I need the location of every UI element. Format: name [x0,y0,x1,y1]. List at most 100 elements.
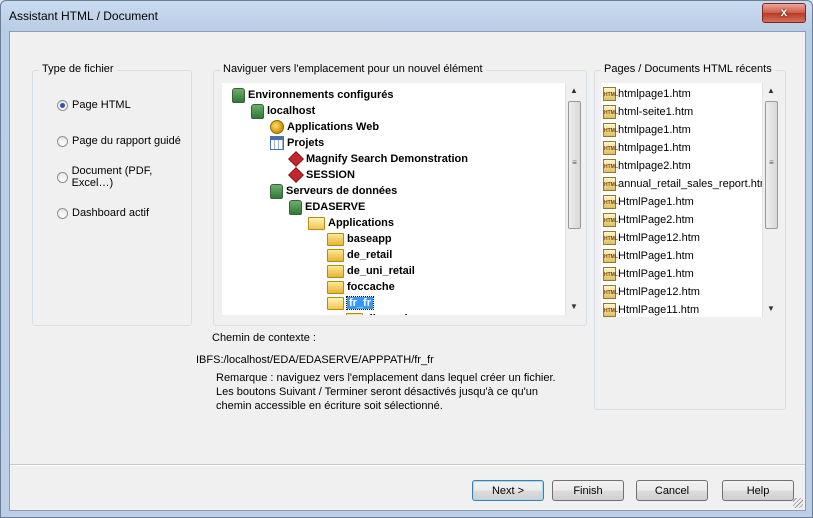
tree-item[interactable]: fr_fr [327,295,375,311]
tree-item-label: de_retail [347,249,393,261]
tree-item-label: Projets [287,137,325,149]
file-type-group: Type de fichier Page HTML Page du rappor… [32,63,192,326]
footer-separator [10,464,805,466]
scroll-thumb[interactable]: ≡ [765,101,778,229]
recent-item[interactable]: HTML HtmlPage12.htm [603,229,700,247]
tree-item[interactable]: Serveurs de données [270,183,397,199]
tree-item-label: Serveurs de données [286,185,398,197]
recent-item-label: HtmlPage1.htm [618,196,694,208]
cancel-button[interactable]: Cancel [636,480,708,501]
help-button[interactable]: Help [722,480,794,501]
recent-item-label: HtmlPage11.htm [618,304,700,316]
scroll-down-icon[interactable]: ▼ [763,301,779,317]
recent-item-label: HtmlPage1.htm [618,268,694,280]
database-icon [251,103,264,119]
title-bar[interactable]: Assistant HTML / Document x [1,1,812,31]
tree-item[interactable]: Projets [270,135,324,151]
recent-item[interactable]: HTML htmlpage2.htm [603,157,691,175]
recent-scrollbar[interactable]: ▲ ≡ ▼ [762,83,779,317]
recent-item-label: html-seite1.htm [618,106,694,118]
context-path-value: IBFS:/localhost/EDA/EDASERVE/APPPATH/fr_… [196,354,434,366]
close-button[interactable]: x [762,3,806,23]
tree-item[interactable]: dimensions [346,311,427,315]
recent-item[interactable]: HTML htmlpage1.htm [603,121,691,139]
tree-item[interactable]: Environnements configurés [232,87,393,103]
recent-item[interactable]: HTML HtmlPage1.htm [603,265,694,283]
radio-button[interactable] [57,135,68,147]
tree-item[interactable]: de_retail [327,247,392,263]
radio-page-html[interactable]: Page HTML [57,97,131,113]
recent-item[interactable]: HTML HtmlPage12.htm [603,283,700,301]
tree-item[interactable]: de_uni_retail [327,263,415,279]
tree-item-label: Applications Web [287,121,380,133]
html-file-icon: HTML [603,159,618,173]
radio-guided-report[interactable]: Page du rapport guidé [57,133,181,149]
tree-item-label: fr_fr [345,296,375,310]
dialog-window: Assistant HTML / Document x Type de fich… [0,0,813,518]
tree-item-label: EDASERVE [305,201,366,213]
recent-item-label: htmlpage1.htm [618,88,691,100]
tree-item-label: foccache [347,281,395,293]
folder-icon [327,232,344,246]
radio-document[interactable]: Document (PDF, Excel…) [57,165,191,189]
recent-item-label: HtmlPage1.htm [618,250,694,262]
tree-item-label: dimensions [366,313,427,315]
html-file-icon: HTML [603,141,618,155]
tree-item[interactable]: localhost [251,103,315,119]
folder-open-icon [327,296,344,310]
recent-item-label: HtmlPage12.htm [618,232,700,244]
recent-item[interactable]: HTML HtmlPage2.htm [603,211,694,229]
recent-item[interactable]: HTML HtmlPage11.htm [603,301,699,317]
scroll-down-icon[interactable]: ▼ [566,299,582,315]
scroll-thumb[interactable]: ≡ [568,101,581,229]
tree-item-label: localhost [267,105,316,117]
database-icon [289,199,302,215]
scroll-up-icon[interactable]: ▲ [566,83,582,99]
folder-icon [327,280,344,294]
next-button[interactable]: Next > [472,480,544,501]
grip-icon: ≡ [572,158,577,167]
recent-item-label: htmlpage1.htm [618,142,691,154]
recent-item[interactable]: HTML html-seite1.htm [603,103,693,121]
resize-grip-icon[interactable] [793,498,803,508]
recent-item[interactable]: HTML htmlpage1.htm [603,85,691,103]
radio-button[interactable] [57,99,68,111]
folder-open-icon [308,216,325,230]
grip-icon: ≡ [769,158,774,167]
project-icon [288,151,304,167]
scroll-up-icon[interactable]: ▲ [763,83,779,99]
recent-list[interactable]: HTML htmlpage1.htm HTML html-seite1.htm HTML… [601,83,779,317]
html-file-icon: HTML [603,87,618,101]
html-file-icon: HTML [603,177,618,191]
finish-button[interactable]: Finish [552,480,624,501]
html-file-icon: HTML [603,231,618,245]
tree-item-label: SESSION [306,169,355,181]
radio-label: Page du rapport guidé [72,135,181,147]
html-file-icon: HTML [603,105,618,119]
tree-item[interactable]: Magnify Search Demonstration [288,151,468,167]
tree-item[interactable]: Applications [308,215,394,231]
radio-button[interactable] [57,207,68,219]
radio-label: Document (PDF, Excel…) [71,165,153,189]
recent-item[interactable]: HTML HtmlPage1.htm [603,247,694,265]
globe-icon [270,120,284,134]
radio-button[interactable] [57,171,68,183]
tree-item[interactable]: SESSION [288,167,355,183]
html-file-icon: HTML [603,195,618,209]
recent-item[interactable]: HTML annual_retail_sales_report.htm [603,175,769,193]
tree-item[interactable]: foccache [327,279,395,295]
recent-item[interactable]: HTML HtmlPage1.htm [603,193,694,211]
recent-item-label: HtmlPage2.htm [618,214,694,226]
navigator-title: Naviguer vers l'emplacement pour un nouv… [220,63,486,75]
html-file-icon: HTML [603,213,618,227]
window-title: Assistant HTML / Document [9,9,158,23]
radio-active-dashboard[interactable]: Dashboard actif [57,205,149,221]
tree-item-label: Magnify Search Demonstration [306,153,468,165]
tree-scrollbar[interactable]: ▲ ≡ ▼ [565,83,582,315]
recent-item[interactable]: HTML htmlpage1.htm [603,139,691,157]
tree-item[interactable]: Applications Web [270,119,379,135]
location-tree[interactable]: Environnements configurés localhost Applic… [222,83,582,315]
tree-item[interactable]: baseapp [327,231,392,247]
tree-item[interactable]: EDASERVE [289,199,365,215]
context-path-label: Chemin de contexte : [212,332,316,344]
